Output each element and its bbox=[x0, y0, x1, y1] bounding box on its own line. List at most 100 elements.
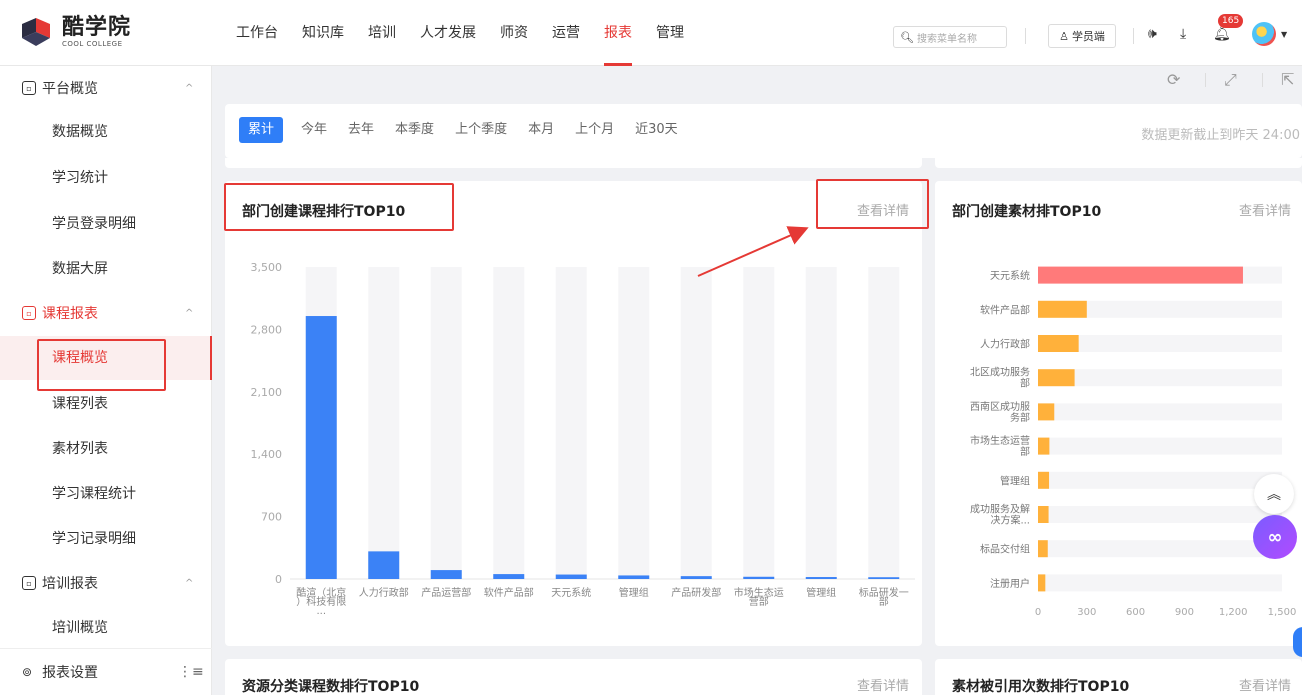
x-tick-label: ... bbox=[316, 606, 326, 617]
bar bbox=[805, 577, 837, 579]
sidebar-item-course-learning-stats[interactable]: 学习课程统计 bbox=[0, 472, 212, 516]
scroll-top-icon[interactable]: ︽ bbox=[1254, 474, 1294, 514]
nav-item-workbench[interactable]: 工作台 bbox=[236, 0, 278, 66]
sidebar-item-training-overview[interactable]: 培训概览 bbox=[0, 606, 212, 650]
gear-icon: ⊚ bbox=[22, 665, 33, 679]
bar bbox=[1038, 266, 1243, 284]
download-icon[interactable]: ⤓ bbox=[1180, 26, 1186, 42]
nav-item-knowledge[interactable]: 知识库 bbox=[302, 0, 344, 66]
y-tick-label: 注册用户 bbox=[990, 577, 1030, 590]
bar bbox=[1038, 540, 1048, 558]
bar bbox=[618, 575, 650, 579]
speaker-icon[interactable]: 🕪︎ bbox=[1148, 26, 1157, 42]
sidebar: ▫ 平台概览 ^ 数据概览 学习统计 学员登录明细 数据大屏 ▫ 课程报表 ^ … bbox=[0, 66, 212, 695]
refresh-icon[interactable]: ⟳ bbox=[1167, 70, 1180, 89]
report-settings[interactable]: ⊚ 报表设置 ⋮≡ bbox=[0, 648, 212, 695]
sidebar-item-course-overview[interactable]: 课程概览 bbox=[0, 336, 212, 380]
y-tick-label: 1,400 bbox=[251, 448, 283, 461]
filter-cumulative[interactable]: 累计 bbox=[239, 117, 284, 143]
ai-assistant-icon[interactable]: ∞ bbox=[1253, 515, 1297, 559]
bar-background bbox=[368, 267, 400, 579]
panel-title: 资源分类课程数排行TOP10 bbox=[242, 679, 420, 695]
sidebar-item-material-list[interactable]: 素材列表 bbox=[0, 427, 212, 471]
x-tick-label: 0 bbox=[1035, 607, 1041, 618]
top-navbar: 酷学院 COOL COLLEGE 工作台 知识库 培训 人才发展 师资 运营 报… bbox=[0, 0, 1302, 66]
bar-background bbox=[1038, 403, 1282, 421]
x-tick-label: 管理组 bbox=[806, 586, 836, 599]
sidebar-item-learning-stats[interactable]: 学习统计 bbox=[0, 156, 212, 200]
dept-course-bar-chart: 07001,4002,1002,8003,500酷渲（北京）科技有限...人力行… bbox=[251, 261, 915, 617]
filter-this-month[interactable]: 本月 bbox=[528, 117, 554, 143]
bar bbox=[1038, 574, 1046, 592]
nav-item-reports[interactable]: 报表 bbox=[604, 0, 632, 66]
material-citation-ranking-panel: 素材被引用次数排行TOP10 查看详情 bbox=[935, 659, 1302, 695]
time-filter-bar: 累计 今年 去年 本季度 上个季度 本月 上个月 近30天 数据更新截止到昨天 … bbox=[225, 104, 1302, 158]
sidebar-group-platform[interactable]: ▫ 平台概览 ^ bbox=[0, 66, 212, 110]
sidebar-item-data-screen[interactable]: 数据大屏 bbox=[0, 247, 212, 291]
y-tick-label: 2,800 bbox=[251, 323, 283, 336]
bar bbox=[555, 574, 587, 579]
sidebar-group-training-reports[interactable]: ▫ 培训报表 ^ bbox=[0, 561, 212, 605]
search-placeholder: 搜索菜单名称 bbox=[916, 33, 977, 45]
brand-logo[interactable]: 酷学院 COOL COLLEGE bbox=[18, 14, 131, 50]
chevron-up-icon: ^ bbox=[185, 577, 194, 589]
bar bbox=[1038, 369, 1075, 387]
bar-background bbox=[1038, 506, 1282, 523]
x-tick-label: 产品研发部 bbox=[671, 586, 721, 599]
sidebar-item-data-overview[interactable]: 数据概览 bbox=[0, 110, 212, 154]
nav-item-instructors[interactable]: 师资 bbox=[500, 0, 528, 66]
bar-background bbox=[430, 267, 462, 579]
chevron-down-icon[interactable]: ▼ bbox=[1281, 30, 1287, 39]
chevron-up-icon: ^ bbox=[185, 82, 194, 94]
view-details-link[interactable]: 查看详情 bbox=[1239, 675, 1291, 694]
avatar[interactable] bbox=[1252, 22, 1276, 46]
logo-icon bbox=[18, 14, 54, 50]
dept-course-ranking-panel: 部门创建课程排行TOP10 查看详情 0 700 1,400 2,100 2,800 3,… bbox=[225, 181, 922, 646]
main-nav: 工作台 知识库 培训 人才发展 师资 运营 报表 管理 bbox=[236, 0, 708, 66]
bar bbox=[368, 551, 400, 579]
fullscreen-icon[interactable]: ⤢ bbox=[1224, 70, 1237, 90]
filter-last-month[interactable]: 上个月 bbox=[575, 117, 614, 143]
monitor-icon: ▫ bbox=[22, 81, 36, 95]
filter-this-quarter[interactable]: 本季度 bbox=[395, 117, 434, 143]
filter-this-year[interactable]: 今年 bbox=[301, 117, 327, 143]
y-tick-label: 市场生态运营 bbox=[970, 434, 1030, 447]
filter-last-quarter[interactable]: 上个季度 bbox=[455, 117, 507, 143]
bar-background bbox=[1038, 437, 1282, 455]
student-portal-button[interactable]: ♙ 学员端 bbox=[1048, 24, 1116, 48]
sidebar-item-login-details[interactable]: 学员登录明细 bbox=[0, 202, 212, 246]
sidebar-item-course-list[interactable]: 课程列表 bbox=[0, 382, 212, 426]
sidebar-group-course-reports[interactable]: ▫ 课程报表 ^ bbox=[0, 291, 212, 335]
nav-item-training[interactable]: 培训 bbox=[368, 0, 396, 66]
nav-item-admin[interactable]: 管理 bbox=[656, 0, 684, 66]
bar-background bbox=[805, 267, 837, 579]
view-details-link[interactable]: 查看详情 bbox=[857, 675, 909, 694]
nav-item-operations[interactable]: 运营 bbox=[552, 0, 580, 66]
bell-icon[interactable]: 🔔︎ bbox=[1213, 26, 1231, 42]
collapse-menu-icon[interactable]: ⋮≡ bbox=[178, 664, 204, 680]
chevron-up-icon: ^ bbox=[185, 307, 194, 319]
share-icon[interactable]: ⇱ bbox=[1281, 70, 1294, 89]
bar-background bbox=[1038, 574, 1282, 592]
x-tick-label: 人力行政部 bbox=[359, 586, 409, 599]
filter-last-year[interactable]: 去年 bbox=[348, 117, 374, 143]
x-tick-label: 管理组 bbox=[619, 586, 649, 599]
sidebar-item-learning-records[interactable]: 学习记录明细 bbox=[0, 517, 212, 561]
x-tick-label: 部 bbox=[879, 595, 889, 608]
y-tick-label: 决方案... bbox=[990, 514, 1030, 527]
y-tick-label: 人力行政部 bbox=[980, 338, 1030, 351]
nav-item-talent[interactable]: 人才发展 bbox=[420, 0, 476, 66]
toolbar-divider bbox=[1262, 73, 1263, 87]
toolbar-divider bbox=[1205, 73, 1206, 87]
menu-search-input[interactable]: 🔍︎ 搜索菜单名称 bbox=[893, 26, 1007, 48]
y-tick-label: 务部 bbox=[1010, 411, 1030, 424]
filter-last-30-days[interactable]: 近30天 bbox=[635, 117, 678, 143]
y-tick-label: 管理组 bbox=[1000, 474, 1030, 487]
bar bbox=[305, 316, 337, 579]
y-tick-label: 标品交付组 bbox=[980, 543, 1030, 556]
x-tick-label: 产品运营部 bbox=[421, 586, 471, 599]
bar-background bbox=[868, 267, 900, 579]
side-widget-button[interactable] bbox=[1293, 627, 1302, 657]
y-tick-label: 天元系统 bbox=[990, 269, 1030, 282]
bar bbox=[1038, 403, 1055, 421]
